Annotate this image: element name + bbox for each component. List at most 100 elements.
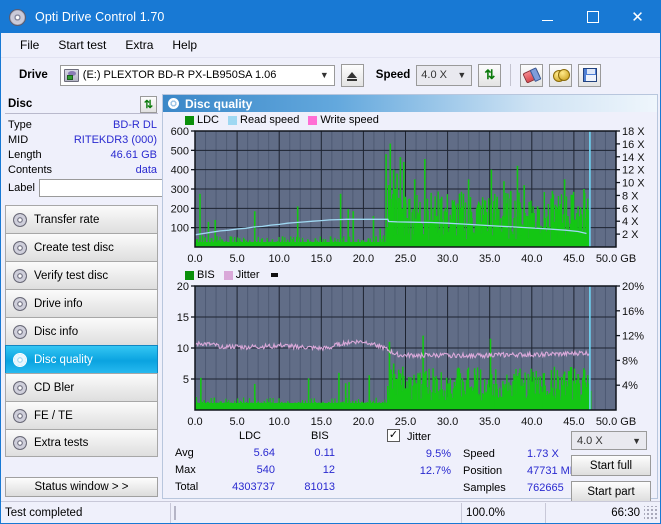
chart-ldc-speed: 100 200 300 400 500 600 2 X4 X6 X8 X 10 X 12 X 14…: [163, 127, 657, 267]
coins-button[interactable]: [549, 63, 573, 87]
test-speed-select[interactable]: 4.0 X ▼: [571, 431, 647, 450]
disc-panel-title: Disc: [8, 98, 33, 110]
status-bar: Test completed 100.0% 66:30: [1, 501, 660, 523]
svg-text:25.0: 25.0: [395, 416, 416, 428]
stats-avg-bis: 0.11: [314, 447, 335, 459]
eject-icon: [347, 72, 358, 81]
refresh-button[interactable]: ⇅: [478, 63, 502, 87]
menu-file[interactable]: File: [11, 35, 48, 55]
coins-icon: [552, 69, 570, 82]
menu-help[interactable]: Help: [163, 35, 206, 55]
svg-text:50.0 GB: 50.0 GB: [596, 253, 636, 265]
resize-grip[interactable]: [644, 505, 658, 520]
legend-swatch-ldc: [185, 115, 194, 125]
sidebar-item-transfer-rate[interactable]: Transfer rate: [5, 205, 158, 233]
window-title: Opti Drive Control 1.70: [35, 10, 165, 24]
sidebar-item-label: CD Bler: [34, 381, 75, 394]
status-message: Test completed: [1, 502, 171, 523]
progress-percent: 100.0%: [462, 502, 546, 523]
svg-text:8%: 8%: [622, 355, 638, 367]
chevron-down-icon: ▼: [319, 70, 329, 80]
svg-text:300: 300: [171, 184, 189, 196]
erase-button[interactable]: [520, 63, 544, 87]
sidebar-item-disc-quality[interactable]: Disc quality: [5, 345, 158, 373]
stats-row-max-key: Max: [175, 464, 196, 476]
legend-item-write-speed: Write speed: [308, 114, 379, 126]
legend-label-bis: BIS: [197, 269, 215, 281]
chart-bis-jitter: 5 10 15 20 4% 8% 12% 16% 20% 0.0 5.0 10.0 15.0 20.0 25…: [163, 282, 657, 430]
stats-max-ldc: 540: [256, 464, 275, 476]
sidebar-item-drive-info[interactable]: Drive info: [5, 289, 158, 317]
disc-refresh-button[interactable]: ⇅: [140, 95, 157, 113]
disc-info-list: Type BD-R DL MID RITEKDR3 (000) Length 4…: [5, 114, 241, 198]
sidebar-item-label: Extra tests: [34, 437, 89, 449]
legend-item-bis: BIS: [185, 269, 215, 281]
disc-mid-value: RITEKDR3 (000): [73, 133, 157, 146]
svg-text:20.0: 20.0: [353, 416, 374, 428]
title-bar: Opti Drive Control 1.70 ✕: [1, 1, 660, 33]
disc-icon: [13, 212, 27, 227]
toolbar-divider: [510, 64, 512, 86]
svg-text:12%: 12%: [622, 331, 644, 343]
disc-contents-key: Contents: [8, 163, 53, 176]
jitter-checkbox[interactable]: ✓: [387, 429, 400, 442]
speed-key: Speed: [463, 448, 495, 460]
card-header: Disc quality: [163, 95, 657, 112]
svg-text:5: 5: [183, 374, 189, 386]
sidebar-item-label: Drive info: [34, 297, 83, 310]
stats-row-avg-key: Avg: [175, 447, 194, 459]
legend-item-ldc: LDC: [185, 114, 219, 126]
legend-swatch-jitter: [223, 270, 233, 280]
page-title: Disc quality: [185, 96, 253, 111]
start-full-button[interactable]: Start full: [571, 455, 651, 476]
drive-select[interactable]: (E:) PLEXTOR BD-R PX-LB950SA 1.06 ▼: [59, 64, 335, 86]
menu-extra[interactable]: Extra: [116, 35, 162, 55]
svg-text:20: 20: [177, 282, 189, 293]
svg-text:30.0: 30.0: [437, 253, 458, 265]
svg-text:0.0: 0.0: [187, 253, 202, 265]
svg-text:12 X: 12 X: [622, 165, 645, 177]
drive-icon: [63, 68, 79, 82]
status-window-button[interactable]: Status window > >: [5, 477, 158, 497]
svg-text:100: 100: [171, 223, 189, 235]
sidebar-item-extra-tests[interactable]: Extra tests: [5, 429, 158, 457]
disc-quality-card: Disc quality LDC Read speed Write speed: [162, 94, 658, 502]
legend-label-ldc: LDC: [197, 114, 220, 126]
svg-text:40.0: 40.0: [521, 253, 542, 265]
svg-text:15.0: 15.0: [311, 253, 332, 265]
save-button[interactable]: [578, 63, 602, 87]
speed-select[interactable]: 4.0 X ▼: [416, 64, 473, 86]
save-icon: [582, 68, 597, 82]
sidebar-item-label: Disc quality: [34, 353, 93, 366]
sidebar-item-verify-test-disc[interactable]: Verify test disc: [5, 261, 158, 289]
sidebar-item-disc-info[interactable]: Disc info: [5, 317, 158, 345]
menu-start-test[interactable]: Start test: [49, 35, 115, 55]
close-button[interactable]: ✕: [615, 1, 660, 33]
disc-icon: [13, 296, 27, 311]
stats-total-bis: 81013: [304, 481, 335, 493]
disc-icon: [13, 324, 27, 339]
disc-row-contents: Contents data: [8, 162, 157, 177]
stats-col-ldc-header: LDC: [239, 430, 262, 442]
samples-key: Samples: [463, 482, 506, 494]
disc-row-length: Length 46.61 GB: [8, 147, 157, 162]
svg-text:20.0: 20.0: [353, 253, 374, 265]
stats-total-ldc: 4303737: [232, 481, 275, 493]
legend-item-jitter: Jitter: [223, 269, 260, 281]
svg-text:10: 10: [177, 343, 189, 355]
start-part-button[interactable]: Start part: [571, 481, 651, 502]
minimize-button[interactable]: [525, 1, 570, 33]
svg-text:15: 15: [177, 312, 189, 324]
disc-row-type: Type BD-R DL: [8, 117, 157, 132]
maximize-button[interactable]: [570, 1, 615, 33]
sidebar-item-label: Create test disc: [34, 241, 114, 254]
eject-button[interactable]: [340, 63, 364, 87]
sidebar-item-create-test-disc[interactable]: Create test disc: [5, 233, 158, 261]
disc-icon: [13, 408, 27, 423]
app-window: Opti Drive Control 1.70 ✕ File Start tes…: [0, 0, 661, 524]
sidebar-item-cd-bler[interactable]: CD Bler: [5, 373, 158, 401]
sidebar-item-fe-te[interactable]: FE / TE: [5, 401, 158, 429]
disc-length-value: 46.61 GB: [110, 148, 157, 161]
disc-length-key: Length: [8, 148, 42, 161]
progress-track: [174, 505, 176, 520]
